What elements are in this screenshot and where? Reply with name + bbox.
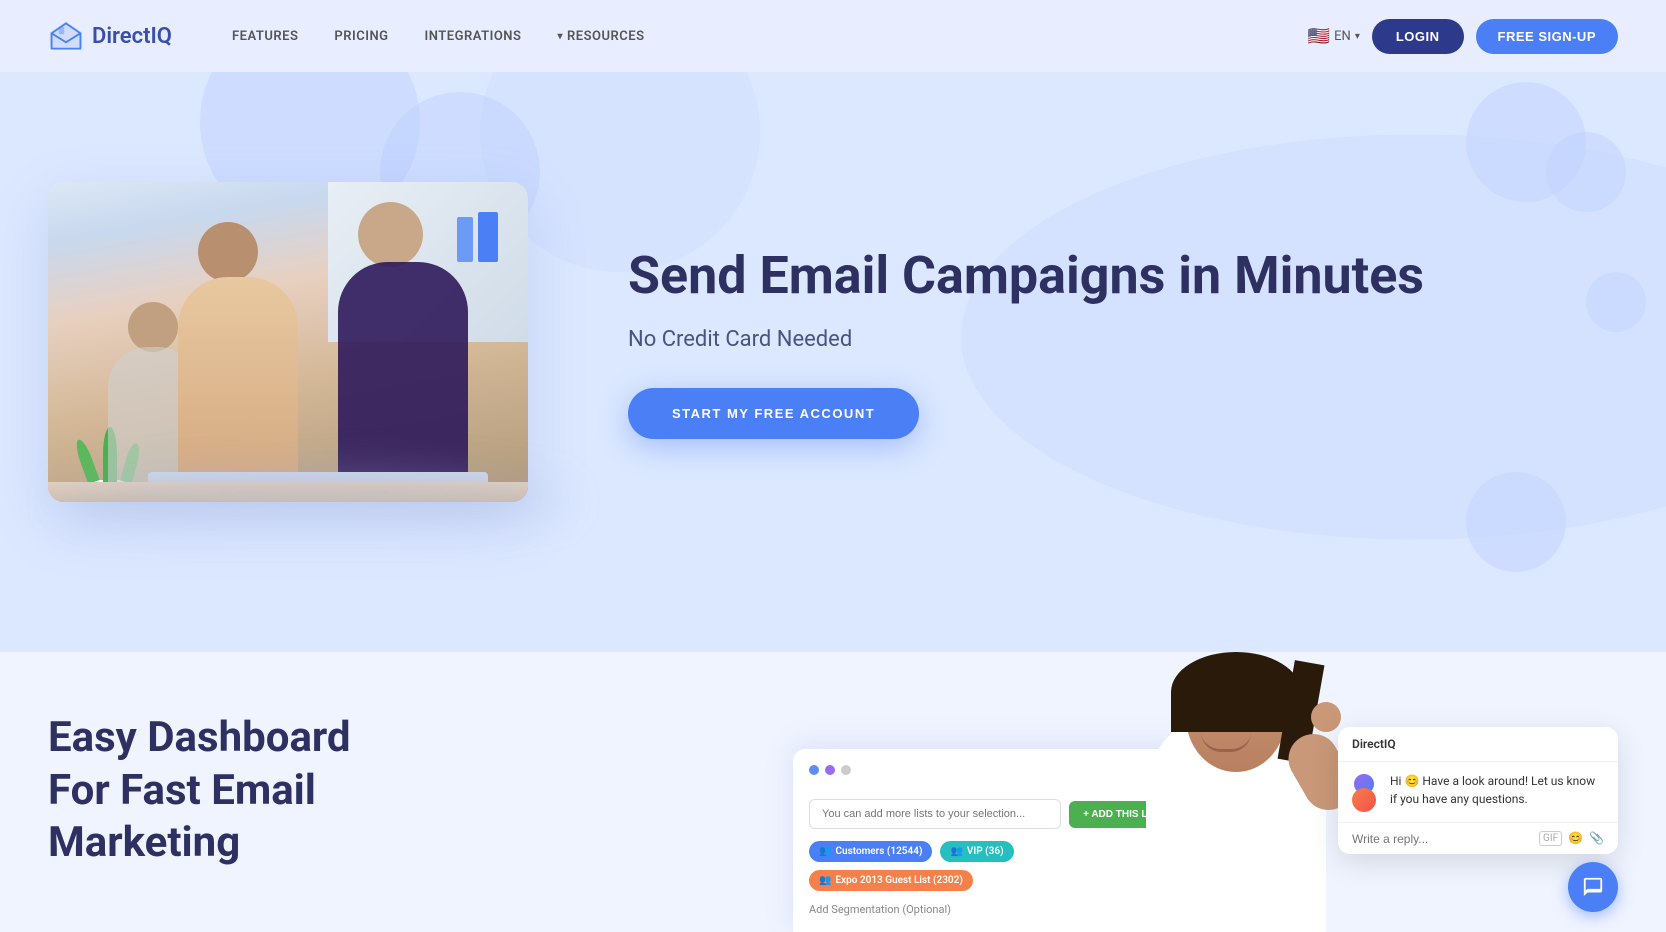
nav-features[interactable]: FEATURES [232,29,298,44]
chat-fab-icon [1582,876,1604,898]
tag-customers[interactable]: 👥 Customers (12544) [809,841,932,862]
dashboard-dots [809,765,851,775]
nav-right: 🇺🇸 EN ▾ LOGIN FREE SIGN-UP [1308,19,1618,54]
chat-box: DirectIQ Hi 😊 Have a look around! Let us… [1338,727,1618,854]
hero-photo [48,182,528,502]
chat-reply-input[interactable] [1352,832,1531,846]
list-selection-row: + ADD THIS LIST [809,799,1177,829]
hero-section: Send Email Campaigns in Minutes No Credi… [0,72,1666,652]
chat-bubble: Hi 😊 Have a look around! Let us know if … [1390,772,1604,808]
people-icon-3: 👥 [819,875,831,886]
hero-text: Send Email Campaigns in Minutes No Credi… [628,225,1424,439]
tag-list: 👥 Customers (12544) 👥 VIP (36) 👥 Expo 20… [809,841,1177,891]
chat-input-row: GIF 😊 📎 [1338,822,1618,854]
chat-actions: GIF 😊 📎 [1539,831,1604,846]
tag-expo[interactable]: 👥 Expo 2013 Guest List (2302) [809,870,973,891]
tag-label-customers: Customers (12544) [835,846,922,857]
signup-button[interactable]: FREE SIGN-UP [1476,19,1618,54]
hero-title: Send Email Campaigns in Minutes [628,245,1424,307]
nav-resources[interactable]: ▾ RESOURCES [557,29,644,44]
chat-header: DirectIQ [1338,727,1618,762]
logo-text: DirectIQ [92,24,172,49]
chat-message: Hi 😊 Have a look around! Let us know if … [1338,762,1618,822]
attach-button[interactable]: 📎 [1589,831,1604,846]
dot-purple [825,765,835,775]
chat-widget: DirectIQ Hi 😊 Have a look around! Let us… [1338,727,1618,912]
cta-button[interactable]: START MY FREE ACCOUNT [628,388,919,439]
lower-title: Easy Dashboard For Fast Email Marketing [48,712,368,870]
list-input[interactable] [809,799,1061,829]
dot-gray [841,765,851,775]
tag-label-expo: Expo 2013 Guest List (2302) [835,875,962,886]
emoji-button[interactable]: 😊 [1568,831,1583,846]
segmentation-label: Add Segmentation (Optional) [809,903,1177,916]
chat-avatar-2 [1352,788,1376,812]
hero-subtitle: No Credit Card Needed [628,327,1424,352]
logo-icon [48,18,84,54]
lower-section: Easy Dashboard For Fast Email Marketing … [0,652,1666,932]
nav-pricing[interactable]: PRICING [334,29,388,44]
people-icon: 👥 [819,846,831,857]
tag-label-vip: VIP (36) [967,846,1004,857]
language-selector[interactable]: 🇺🇸 EN ▾ [1308,26,1360,47]
chevron-down-icon: ▾ [1355,31,1360,42]
hero-image-frame [48,182,528,502]
lang-label: EN [1334,29,1351,44]
flag-icon: 🇺🇸 [1308,26,1330,47]
gif-button[interactable]: GIF [1539,831,1562,846]
navbar: DirectIQ FEATURES PRICING INTEGRATIONS ▾… [0,0,1666,72]
nav-integrations[interactable]: INTEGRATIONS [425,29,522,44]
nav-links: FEATURES PRICING INTEGRATIONS ▾ RESOURCE… [232,29,1308,44]
tag-vip[interactable]: 👥 VIP (36) [940,841,1013,862]
chevron-down-icon: ▾ [557,31,563,42]
hero-image-container [48,182,548,502]
logo-link[interactable]: DirectIQ [48,18,172,54]
woman-figure-container [1126,652,1346,932]
people-icon-2: 👥 [950,846,962,857]
login-button[interactable]: LOGIN [1372,19,1464,54]
dot-blue [809,765,819,775]
hero-image-shadow [58,472,568,532]
chat-fab-button[interactable] [1568,862,1618,912]
